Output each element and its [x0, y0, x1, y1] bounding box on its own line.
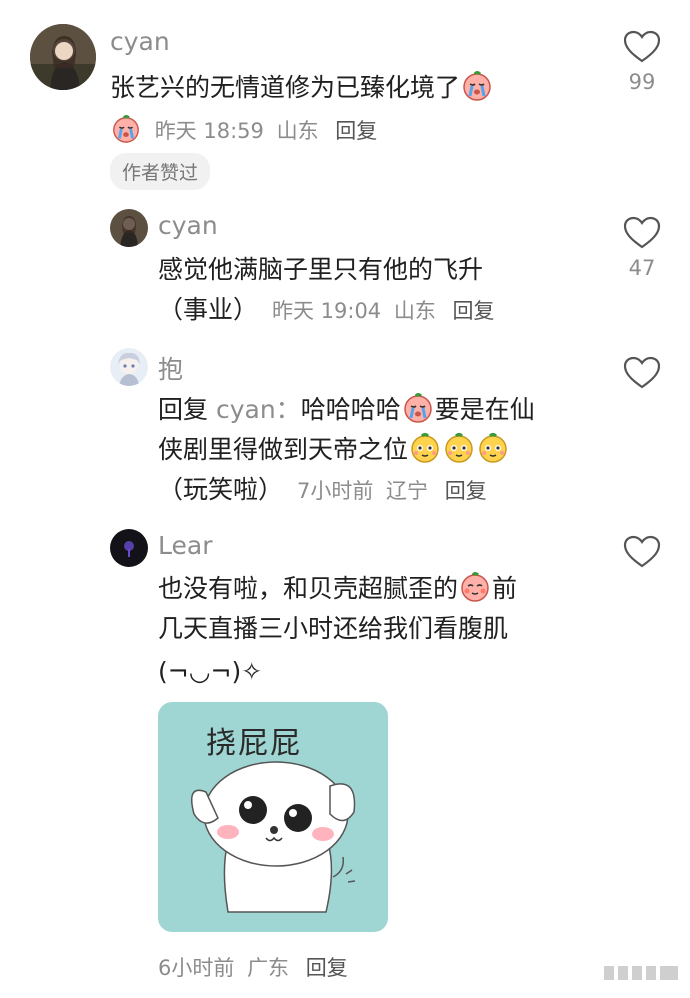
avatar[interactable] [110, 209, 148, 247]
like-count: 99 [628, 70, 656, 94]
reply-button[interactable]: 回复 [453, 299, 495, 323]
avatar-dark-image [110, 529, 148, 567]
heart-outline-icon[interactable] [623, 535, 661, 569]
white-puppy-illustration [191, 761, 356, 913]
username[interactable]: 抱 [158, 350, 183, 386]
platform-watermark-icon [604, 966, 678, 980]
heart-outline-icon[interactable] [623, 356, 661, 390]
comment-body: 要是在仙 [434, 395, 535, 424]
like-control[interactable] [612, 356, 672, 390]
crying-emoji-icon [461, 70, 493, 114]
comment-body: （玩笑啦） [158, 475, 284, 504]
reply-target-username[interactable]: cyan： [216, 395, 301, 424]
comment-body: 张艺兴的无情道修为已臻化境了 [110, 73, 461, 102]
avatar[interactable] [30, 24, 96, 90]
comment-body: 也没有啦，和贝壳超腻歪的 [158, 574, 459, 603]
crying-emoji-icon [111, 114, 141, 149]
avatar[interactable] [110, 529, 148, 567]
comment-text-line1: 感觉他满脑子里只有他的飞升 [158, 255, 484, 284]
avatar-photo [30, 24, 96, 90]
username[interactable]: cyan [158, 211, 218, 240]
comment-body: （事业） [158, 295, 259, 324]
comment-body: 侠剧里得做到天帝之位 [158, 435, 409, 464]
comment-meta: 6小时前 广东 回复 [158, 952, 348, 982]
comment-location: 山东 [393, 299, 436, 323]
reply-button[interactable]: 回复 [335, 119, 377, 143]
comment-location: 山东 [276, 119, 319, 143]
watermark-logo [602, 962, 682, 988]
heart-outline-icon[interactable] [623, 216, 661, 250]
comment-meta: 昨天 19:04 山东 回复 [266, 299, 495, 323]
sticker-image[interactable]: 挠屁屁 [158, 702, 388, 932]
username[interactable]: Lear [158, 531, 212, 560]
comment-body: 前 [492, 574, 518, 603]
comment-meta: 7小时前 辽宁 回复 [291, 479, 487, 503]
comment-meta: 昨天 18:59 山东 回复 [110, 114, 377, 149]
comment-text: 张艺兴的无情道修为已臻化境了 [110, 68, 494, 114]
like-control[interactable] [612, 535, 672, 569]
comment-location: 广东 [247, 956, 290, 980]
username[interactable]: cyan [110, 27, 170, 56]
reply-button[interactable]: 回复 [306, 956, 348, 980]
comment-time: 6小时前 [158, 956, 235, 980]
comment-time: 7小时前 [296, 479, 374, 503]
reply-button[interactable]: 回复 [445, 479, 487, 503]
avatar-photo [110, 209, 148, 247]
comment-location: 辽宁 [386, 479, 429, 503]
comment-text-line3: (¬◡¬)✧ [158, 657, 263, 686]
reply-prefix: 回复 [158, 395, 209, 424]
heart-outline-icon[interactable] [623, 30, 661, 64]
like-control[interactable]: 99 [612, 30, 672, 94]
comment-body: 哈哈哈哈 [300, 395, 401, 424]
comment-time: 昨天 18:59 [154, 119, 264, 143]
comment-text-line2: （事业） 昨天 19:04 山东 回复 [158, 290, 495, 331]
avatar-illustration [110, 348, 148, 386]
avatar[interactable] [110, 348, 148, 386]
comment-text-line2: 几天直播三小时还给我们看腹肌 [158, 614, 509, 643]
like-count: 47 [628, 256, 656, 280]
comment-text-line3: （玩笑啦） 7小时前 辽宁 回复 [158, 470, 487, 511]
like-control[interactable]: 47 [612, 216, 672, 280]
comment-time: 昨天 19:04 [271, 299, 382, 323]
author-liked-badge: 作者赞过 [110, 153, 211, 190]
